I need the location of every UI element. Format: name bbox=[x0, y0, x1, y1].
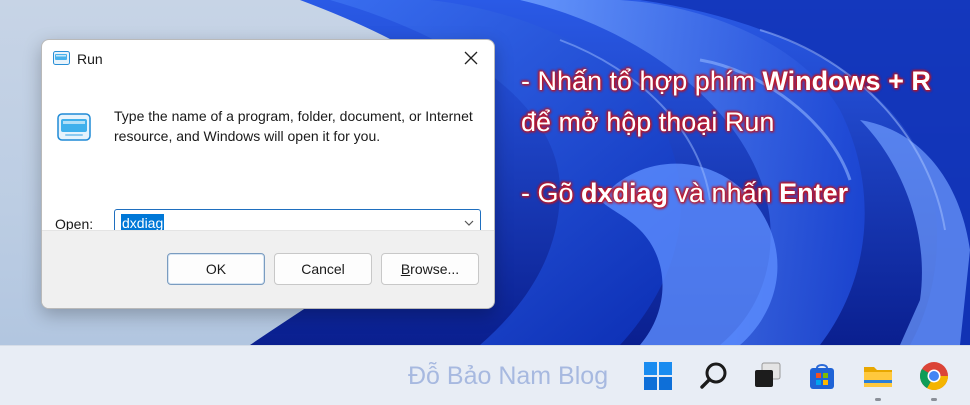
run-app-icon bbox=[53, 51, 70, 65]
annotation-line-1: - Nhấn tổ hợp phím Windows + R bbox=[521, 64, 931, 98]
annotation-line-3-prefix: - Gõ bbox=[521, 178, 582, 208]
file-explorer-icon[interactable] bbox=[862, 360, 894, 392]
annotation-line-3-mid: và nhấn bbox=[668, 178, 780, 208]
blog-watermark: Đỗ Bảo Nam Blog bbox=[408, 362, 609, 390]
file-explorer-running-indicator bbox=[875, 398, 881, 401]
annotation-command: dxdiag bbox=[581, 178, 669, 208]
annotation-line-2: để mở hộp thoại Run bbox=[521, 107, 775, 137]
annotation-line-3: - Gõ dxdiag và nhấn Enter bbox=[521, 176, 848, 210]
search-icon[interactable] bbox=[698, 360, 730, 392]
chrome-icon[interactable] bbox=[918, 360, 950, 392]
chrome-running-indicator bbox=[931, 398, 937, 401]
task-view-icon[interactable] bbox=[752, 360, 784, 392]
ok-button[interactable]: OK bbox=[167, 253, 265, 285]
browse-button[interactable]: Browse... bbox=[381, 253, 479, 285]
close-button[interactable] bbox=[448, 40, 494, 76]
run-dialog: Run Type the name of a program, folder, … bbox=[41, 39, 495, 309]
annotation-shortcut: Windows + R bbox=[762, 66, 931, 96]
dialog-description: Type the name of a program, folder, docu… bbox=[114, 108, 473, 144]
run-dialog-titlebar[interactable]: Run bbox=[42, 40, 494, 78]
cancel-button[interactable]: Cancel bbox=[274, 253, 372, 285]
close-icon bbox=[464, 51, 478, 65]
browse-accelerator: B bbox=[400, 261, 411, 277]
annotation-line-1-text: - Nhấn tổ hợp phím bbox=[521, 66, 763, 96]
dialog-body: Type the name of a program, folder, docu… bbox=[42, 78, 494, 237]
microsoft-store-icon[interactable] bbox=[806, 360, 838, 392]
chevron-down-icon[interactable] bbox=[464, 218, 474, 228]
run-large-icon bbox=[57, 113, 91, 141]
taskbar: Đỗ Bảo Nam Blog bbox=[0, 345, 970, 405]
browse-label: rowse... bbox=[410, 261, 460, 277]
windows-start-icon[interactable] bbox=[642, 360, 674, 392]
annotation-enter-key: Enter bbox=[779, 178, 849, 208]
dialog-title: Run bbox=[77, 51, 103, 67]
dialog-footer: OK Cancel Browse... bbox=[42, 230, 494, 308]
